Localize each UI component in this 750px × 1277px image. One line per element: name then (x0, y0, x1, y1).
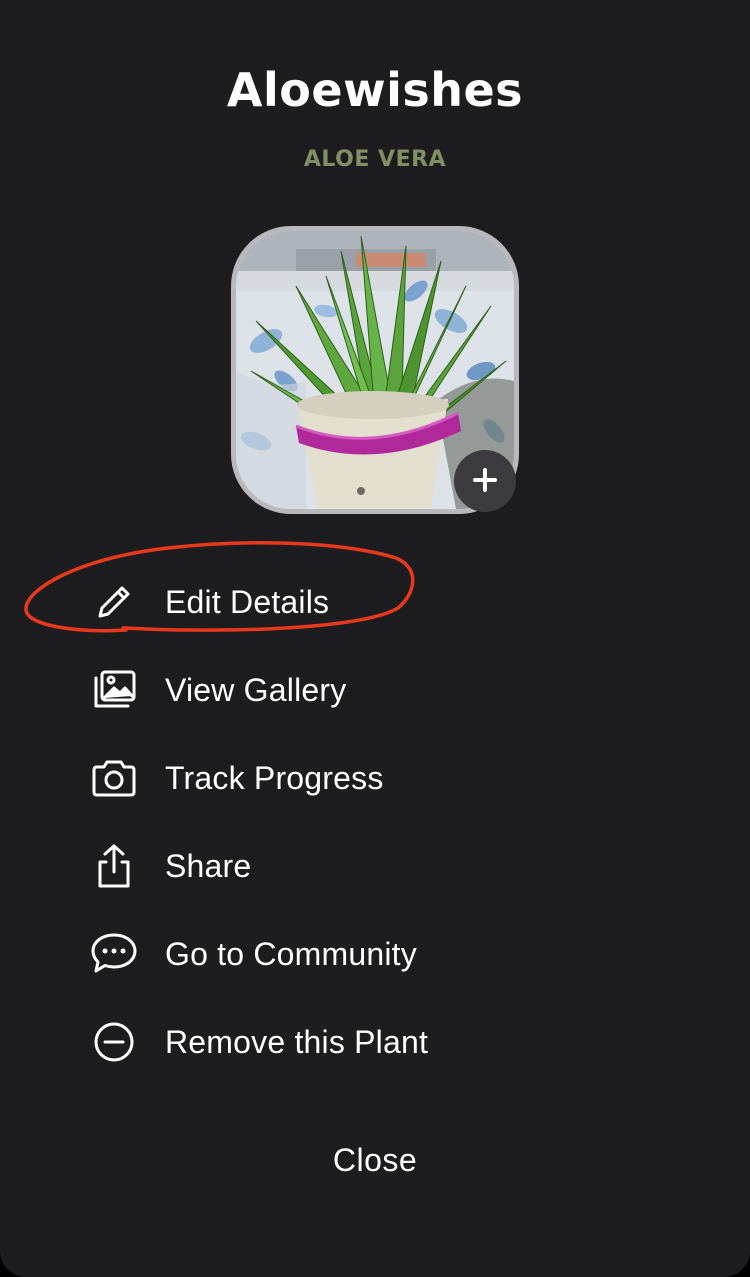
plant-name: Aloewishes (226, 63, 524, 117)
track-progress-item[interactable]: Track Progress (0, 734, 750, 822)
go-to-community-label: Go to Community (165, 936, 417, 972)
close-button[interactable]: Close (275, 1128, 475, 1192)
remove-plant-label: Remove this Plant (165, 1024, 429, 1060)
share-label: Share (165, 848, 252, 884)
edit-details-label: Edit Details (165, 584, 330, 620)
track-progress-label: Track Progress (165, 760, 384, 796)
share-item[interactable]: Share (0, 822, 750, 910)
remove-plant-item[interactable]: Remove this Plant (0, 998, 750, 1086)
gallery-icon (88, 664, 140, 716)
camera-icon (88, 752, 140, 804)
go-to-community-item[interactable]: Go to Community (0, 910, 750, 998)
plant-species: ALOE VERA (303, 147, 447, 172)
add-photo-button[interactable] (454, 450, 516, 512)
view-gallery-item[interactable]: View Gallery (0, 646, 750, 734)
view-gallery-label: View Gallery (165, 672, 347, 708)
chat-bubble-icon (88, 928, 140, 980)
minus-circle-icon (88, 1016, 140, 1068)
edit-details-item[interactable]: Edit Details (0, 558, 750, 646)
plant-actions-menu: Edit Details View Gallery Track Progress… (0, 558, 750, 1086)
pencil-icon (88, 576, 140, 628)
plus-icon (472, 467, 498, 496)
plant-action-sheet: Aloewishes ALOE VERA Edit Details View G… (0, 0, 750, 1277)
share-icon (88, 840, 140, 892)
